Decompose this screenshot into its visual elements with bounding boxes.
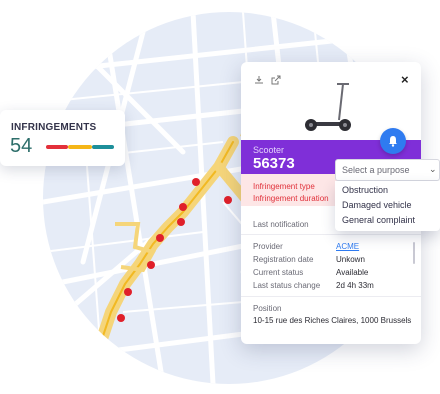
vehicle-id: 56373 xyxy=(253,155,295,172)
registration-date-label: Registration date xyxy=(253,255,314,264)
infringement-marker[interactable] xyxy=(192,178,200,186)
notify-button[interactable] xyxy=(380,128,406,154)
infringement-duration-label: Infringement duration xyxy=(253,194,329,203)
provider-label: Provider xyxy=(253,242,283,251)
vehicle-type: Scooter xyxy=(253,145,285,155)
purpose-select-placeholder: Select a purpose xyxy=(342,165,410,175)
infringement-marker[interactable] xyxy=(179,203,187,211)
provider-link[interactable]: ACME xyxy=(336,242,359,251)
details-scrollbar[interactable] xyxy=(413,242,415,264)
current-status-value: Available xyxy=(336,268,369,277)
purpose-option-damaged-vehicle[interactable]: Damaged vehicle xyxy=(342,200,412,210)
purpose-dropdown: Obstruction Damaged vehicle General comp… xyxy=(335,181,440,231)
external-link-icon[interactable] xyxy=(270,74,282,86)
download-icon[interactable] xyxy=(253,74,265,86)
infringements-count: 54 xyxy=(10,135,33,157)
infringement-marker[interactable] xyxy=(124,288,132,296)
divider xyxy=(241,234,421,235)
infringements-card: INFRINGEMENTS 54 xyxy=(0,110,125,166)
position-label: Position xyxy=(253,304,282,313)
chevron-down-icon: ⌄ xyxy=(429,164,437,174)
current-status-label: Current status xyxy=(253,268,304,277)
purpose-option-general-complaint[interactable]: General complaint xyxy=(342,215,415,225)
infringements-bar-teal xyxy=(92,145,114,149)
purpose-select[interactable]: Select a purpose ⌄ xyxy=(335,159,440,181)
infringements-title: INFRINGEMENTS xyxy=(11,122,97,133)
infringement-marker[interactable] xyxy=(117,314,125,322)
infringement-marker[interactable] xyxy=(177,218,185,226)
bell-icon xyxy=(389,136,397,147)
infringement-marker[interactable] xyxy=(224,196,232,204)
position-value: 10-15 rue des Riches Claires, 1000 Bruss… xyxy=(253,316,412,325)
close-button[interactable]: × xyxy=(401,72,409,87)
last-status-change-label: Last status change xyxy=(253,281,321,290)
infringements-bar-yellow xyxy=(68,145,92,149)
scooter-image xyxy=(305,83,351,131)
infringement-marker[interactable] xyxy=(156,234,164,242)
divider xyxy=(241,296,421,297)
infringement-marker[interactable] xyxy=(147,261,155,269)
infringements-bar-red xyxy=(46,145,68,149)
registration-date-value: Unkown xyxy=(336,255,365,264)
last-status-change-value: 2d 4h 33m xyxy=(336,281,374,290)
infringement-type-label: Infringement type xyxy=(253,182,315,191)
last-notification-label: Last notification xyxy=(253,220,309,229)
purpose-option-obstruction[interactable]: Obstruction xyxy=(342,185,388,195)
